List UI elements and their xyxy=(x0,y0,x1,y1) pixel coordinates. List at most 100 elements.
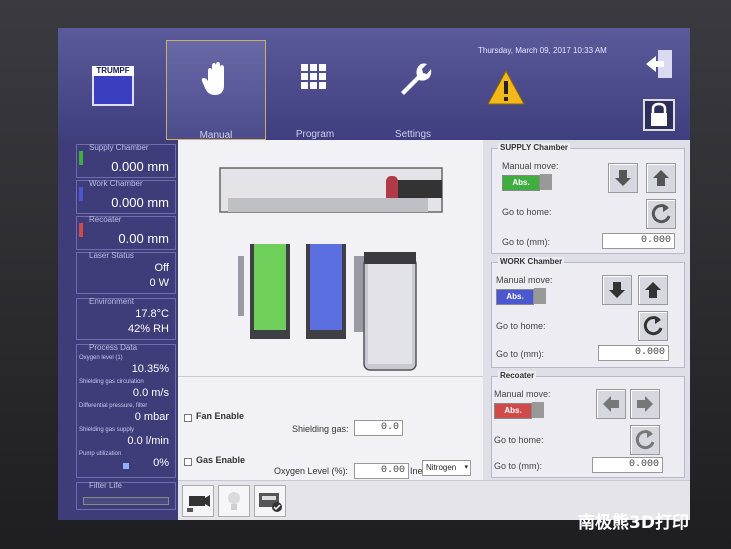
process-label: Shielding gas supply xyxy=(79,427,135,433)
recoater-abs-toggle[interactable]: Abs. xyxy=(494,403,532,419)
top-bar: TRUMPF Manual Program Settings Thursday,… xyxy=(58,28,690,141)
arrow-left-icon xyxy=(603,396,619,412)
camera-icon xyxy=(187,495,210,512)
supply-go-to-label: Go to (mm): xyxy=(502,237,551,247)
supply-chamber-title: Supply Chamber xyxy=(89,143,149,152)
work-go-home-label: Go to home: xyxy=(496,321,546,331)
supply-go-to-input[interactable]: 0.000 xyxy=(602,233,675,249)
work-down-button[interactable] xyxy=(602,275,632,305)
work-up-button[interactable] xyxy=(638,275,668,305)
recoater-panel-title: Recoater xyxy=(498,371,537,380)
watermark-text: 南极熊3D打印 xyxy=(578,513,689,533)
warning-icon[interactable] xyxy=(486,68,526,108)
supply-chamber-value: 0.000 mm xyxy=(111,159,169,174)
supply-manual-move-label: Manual move: xyxy=(502,161,559,171)
filter-life-bar xyxy=(83,497,169,505)
recoater-left-button[interactable] xyxy=(596,389,626,419)
work-chamber-shape xyxy=(310,244,342,330)
home-refresh-icon xyxy=(635,430,655,450)
supply-abs-toggle[interactable]: Abs. xyxy=(502,175,540,191)
device-check-button[interactable] xyxy=(254,485,286,517)
inert-gas-type-select[interactable]: Nitrogen ▾ xyxy=(422,460,471,476)
recoater-color-bar xyxy=(79,223,83,237)
supply-color-bar xyxy=(79,151,83,165)
supply-abs-stub xyxy=(540,174,552,190)
process-label: Oxygen level (1) xyxy=(79,355,123,361)
home-refresh-icon xyxy=(651,204,671,224)
recoater-manual-move-label: Manual move: xyxy=(494,389,551,399)
gas-enable-label: Gas Enable xyxy=(196,455,246,465)
supply-down-button[interactable] xyxy=(608,163,638,193)
brand-logo: TRUMPF xyxy=(92,66,134,106)
environment-status: Environment 17.8°C 42% RH xyxy=(76,297,176,340)
tab-program[interactable]: Program xyxy=(266,40,364,140)
laser-state: Off xyxy=(154,262,169,274)
hand-icon xyxy=(201,62,224,95)
tab-settings-label: Settings xyxy=(394,129,432,140)
work-abs-toggle[interactable]: Abs. xyxy=(496,289,534,305)
camera-button[interactable] xyxy=(182,485,214,517)
hmi-screen: TRUMPF Manual Program Settings Thursday,… xyxy=(58,28,690,520)
work-chamber-title: Work Chamber xyxy=(89,179,143,188)
fan-enable-label: Fan Enable xyxy=(196,411,245,421)
process-value: 0.0 l/min xyxy=(127,435,169,447)
gas-enable-checkbox[interactable] xyxy=(184,458,192,466)
work-manual-move-label: Manual move: xyxy=(496,275,553,285)
tab-settings[interactable]: Settings xyxy=(364,40,462,140)
work-chamber-status: Work Chamber 0.000 mm xyxy=(76,179,176,214)
environment-title: Environment xyxy=(89,297,134,306)
work-go-to-label: Go to (mm): xyxy=(496,349,545,359)
supply-panel-title: SUPPLY Chamber xyxy=(498,143,571,152)
recoater-abs-stub xyxy=(532,402,544,418)
process-data-title: Process Data xyxy=(89,343,138,352)
tab-manual[interactable]: Manual xyxy=(166,40,266,141)
shielding-gas-input[interactable]: 0.0 xyxy=(354,420,403,436)
home-refresh-icon xyxy=(643,316,663,336)
light-button[interactable] xyxy=(218,485,250,517)
process-value: 0.0 m/s xyxy=(132,387,169,399)
arrow-up-icon xyxy=(645,282,661,298)
process-value: 10.35% xyxy=(131,363,169,375)
filter-life: Filter Life xyxy=(76,481,176,510)
recoater-home-button[interactable] xyxy=(630,425,660,455)
recoater-value: 0.00 mm xyxy=(118,231,169,246)
fan-enable-checkbox[interactable] xyxy=(184,414,192,422)
machine-diagram-area xyxy=(178,140,483,376)
filter-life-title: Filter Life xyxy=(89,481,122,490)
recoater-go-to-label: Go to (mm): xyxy=(494,461,543,471)
recoater-status: Recoater 0.00 mm xyxy=(76,215,176,250)
inert-gas-selected: Nitrogen xyxy=(426,463,457,472)
supply-home-button[interactable] xyxy=(646,199,676,229)
work-home-button[interactable] xyxy=(638,311,668,341)
supply-chamber-shape xyxy=(254,244,286,330)
axis-control-panels: SUPPLY Chamber Manual move: Abs. Go to h… xyxy=(483,140,690,480)
laser-status: Laser Status Off 0 W xyxy=(76,251,176,294)
shielding-gas-label: Shielding gas: xyxy=(292,424,349,434)
exit-icon[interactable] xyxy=(642,48,676,80)
arrow-up-icon xyxy=(653,170,669,186)
work-chamber-value: 0.000 mm xyxy=(111,195,169,210)
recoater-right-button[interactable] xyxy=(630,389,660,419)
machine-diagram xyxy=(219,167,443,371)
work-go-to-input[interactable]: 0.000 xyxy=(598,345,669,361)
oxygen-level-label: Oxygen Level (%): xyxy=(274,466,349,476)
lock-icon[interactable] xyxy=(642,98,676,132)
work-color-bar xyxy=(79,187,83,201)
arrow-down-icon xyxy=(615,170,631,186)
lightbulb-icon xyxy=(228,492,240,510)
status-sidebar: Supply Chamber 0.000 mm Work Chamber 0.0… xyxy=(58,140,178,520)
supply-go-home-label: Go to home: xyxy=(502,207,552,217)
brand-name: TRUMPF xyxy=(92,66,134,76)
recoater-title: Recoater xyxy=(89,215,122,224)
laser-power: 0 W xyxy=(149,277,169,289)
process-data: Process Data Oxygen level (1) 10.35% Shi… xyxy=(76,343,176,478)
tab-program-label: Program xyxy=(295,129,335,140)
oxygen-level-input[interactable]: 0.00 xyxy=(354,463,409,479)
supply-up-button[interactable] xyxy=(646,163,676,193)
process-value: 0 mbar xyxy=(134,411,169,423)
process-label: Pump utilization xyxy=(79,451,122,457)
process-value: 0% xyxy=(153,457,169,469)
recoater-go-to-input[interactable]: 0.000 xyxy=(592,457,663,473)
arrow-down-icon xyxy=(609,282,625,298)
wrench-icon xyxy=(401,63,432,95)
